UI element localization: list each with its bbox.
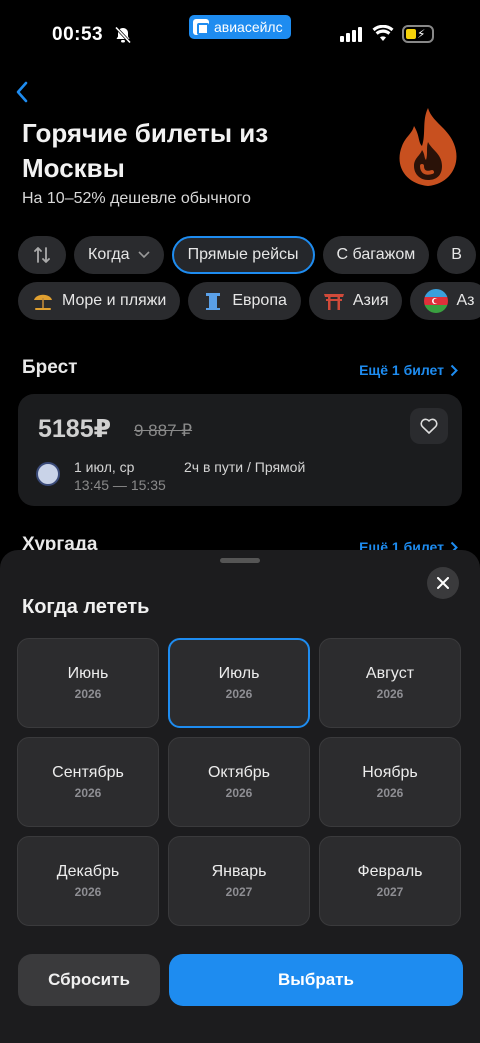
page-subtitle: На 10–52% дешевле обычного — [22, 190, 251, 207]
month-name: Январь — [211, 863, 267, 880]
chevron-down-icon — [138, 251, 150, 259]
ticket-duration: 2ч в пути / Прямой — [184, 459, 306, 475]
status-time: 00:53 — [52, 24, 104, 45]
filter-chip-baggage[interactable]: С багажом — [322, 236, 430, 274]
app-badge-label: авиасейлс — [214, 19, 283, 35]
month-name: Июль — [218, 665, 260, 682]
month-option-selected[interactable]: Июль 2026 — [168, 638, 310, 728]
sheet-grabber[interactable] — [220, 558, 260, 563]
more-tickets-label: Ещё 1 билет — [359, 362, 444, 378]
chevron-left-icon — [16, 81, 28, 103]
ticket-card[interactable]: 5185₽ 9 887 ₽ 1 июл, ср 13:45 — 15:35 2ч… — [18, 394, 462, 506]
month-name: Июнь — [67, 665, 109, 682]
month-year: 2026 — [225, 687, 253, 701]
filter-chips-row-2: Море и пляжи Европа Азия Аз — [18, 282, 480, 320]
app-return-badge[interactable]: авиасейлс — [189, 15, 291, 39]
filter-chip-beach[interactable]: Море и пляжи — [18, 282, 181, 320]
status-bar: 00:53 авиасейлс ⚡ — [0, 0, 480, 60]
month-option[interactable]: Декабрь 2026 — [17, 836, 159, 926]
ticket-old-price: 9 887 ₽ — [134, 421, 193, 440]
month-name: Декабрь — [56, 863, 120, 880]
heart-icon — [420, 418, 438, 434]
month-year: 2026 — [376, 786, 404, 800]
column-icon — [206, 293, 221, 310]
reset-button[interactable]: Сбросить — [18, 954, 160, 1006]
close-icon — [437, 577, 449, 589]
sheet-title: Когда лететь — [22, 596, 150, 618]
month-name: Ноябрь — [362, 764, 418, 781]
filter-chip-label: Прямые рейсы — [187, 246, 299, 263]
close-button[interactable] — [427, 567, 459, 599]
month-option[interactable]: Август 2026 — [319, 638, 461, 728]
chevron-right-icon — [450, 364, 458, 376]
filter-chip-label: В — [451, 246, 462, 263]
month-year: 2026 — [74, 885, 102, 899]
page-title: Горячие билеты из Москвы — [22, 118, 269, 183]
ticket-price: 5185₽ — [38, 415, 112, 443]
month-year: 2026 — [74, 786, 102, 800]
month-year: 2027 — [225, 885, 253, 899]
back-button[interactable] — [10, 78, 34, 106]
month-name: Октябрь — [207, 764, 270, 781]
month-year: 2026 — [225, 786, 253, 800]
filter-chip-label: Европа — [232, 292, 287, 309]
bell-muted-icon — [114, 26, 132, 44]
sort-chip[interactable] — [18, 236, 66, 274]
sort-arrows-icon — [34, 247, 50, 263]
filter-chip-more[interactable]: В — [437, 236, 476, 274]
month-option[interactable]: Октябрь 2026 — [168, 737, 310, 827]
month-year: 2027 — [376, 885, 404, 899]
wifi-icon — [372, 25, 394, 41]
ticket-times: 13:45 — 15:35 — [74, 477, 166, 493]
filter-chip-label: Море и пляжи — [62, 292, 167, 309]
ticket-date: 1 июл, ср — [74, 459, 135, 475]
month-option[interactable]: Июнь 2026 — [17, 638, 159, 728]
month-option[interactable]: Ноябрь 2026 — [319, 737, 461, 827]
airline-logo-icon — [36, 462, 60, 486]
aviasales-logo-icon — [193, 19, 209, 35]
filter-chip-azerbaijan[interactable]: Аз — [410, 282, 480, 320]
month-grid: Июнь 2026 Июль 2026 Август 2026 Сентябрь… — [17, 638, 463, 926]
filter-chip-europe[interactable]: Европа — [188, 282, 301, 320]
filter-chip-label: Когда — [88, 246, 130, 263]
month-option[interactable]: Январь 2027 — [168, 836, 310, 926]
beach-umbrella-icon — [34, 294, 52, 310]
fire-icon — [399, 108, 457, 186]
month-year: 2026 — [376, 687, 404, 701]
month-name: Сентябрь — [52, 764, 124, 781]
filter-chip-when[interactable]: Когда — [74, 236, 164, 274]
select-button[interactable]: Выбрать — [169, 954, 463, 1006]
month-option[interactable]: Февраль 2027 — [319, 836, 461, 926]
battery-charging-icon: ⚡ — [402, 25, 434, 43]
more-tickets-link-brest[interactable]: Ещё 1 билет — [359, 362, 458, 378]
favorite-button[interactable] — [410, 408, 448, 444]
filter-chip-label: Азия — [352, 292, 389, 309]
when-to-fly-sheet: Когда лететь Июнь 2026 Июль 2026 Август … — [0, 550, 480, 1043]
torii-gate-icon — [323, 294, 344, 310]
month-name: Февраль — [357, 863, 423, 880]
section-title-brest: Брест — [22, 357, 78, 378]
cellular-signal-icon — [340, 27, 362, 42]
filter-chip-label: С багажом — [336, 246, 416, 263]
filter-chips-row-1: Когда Прямые рейсы С багажом В — [18, 236, 476, 274]
month-option[interactable]: Сентябрь 2026 — [17, 737, 159, 827]
filter-chip-asia[interactable]: Азия — [308, 282, 403, 320]
month-year: 2026 — [74, 687, 102, 701]
filter-chip-direct[interactable]: Прямые рейсы — [171, 236, 315, 274]
azerbaijan-flag-icon — [424, 289, 449, 313]
filter-chip-label: Аз — [456, 292, 475, 309]
month-name: Август — [365, 665, 415, 682]
